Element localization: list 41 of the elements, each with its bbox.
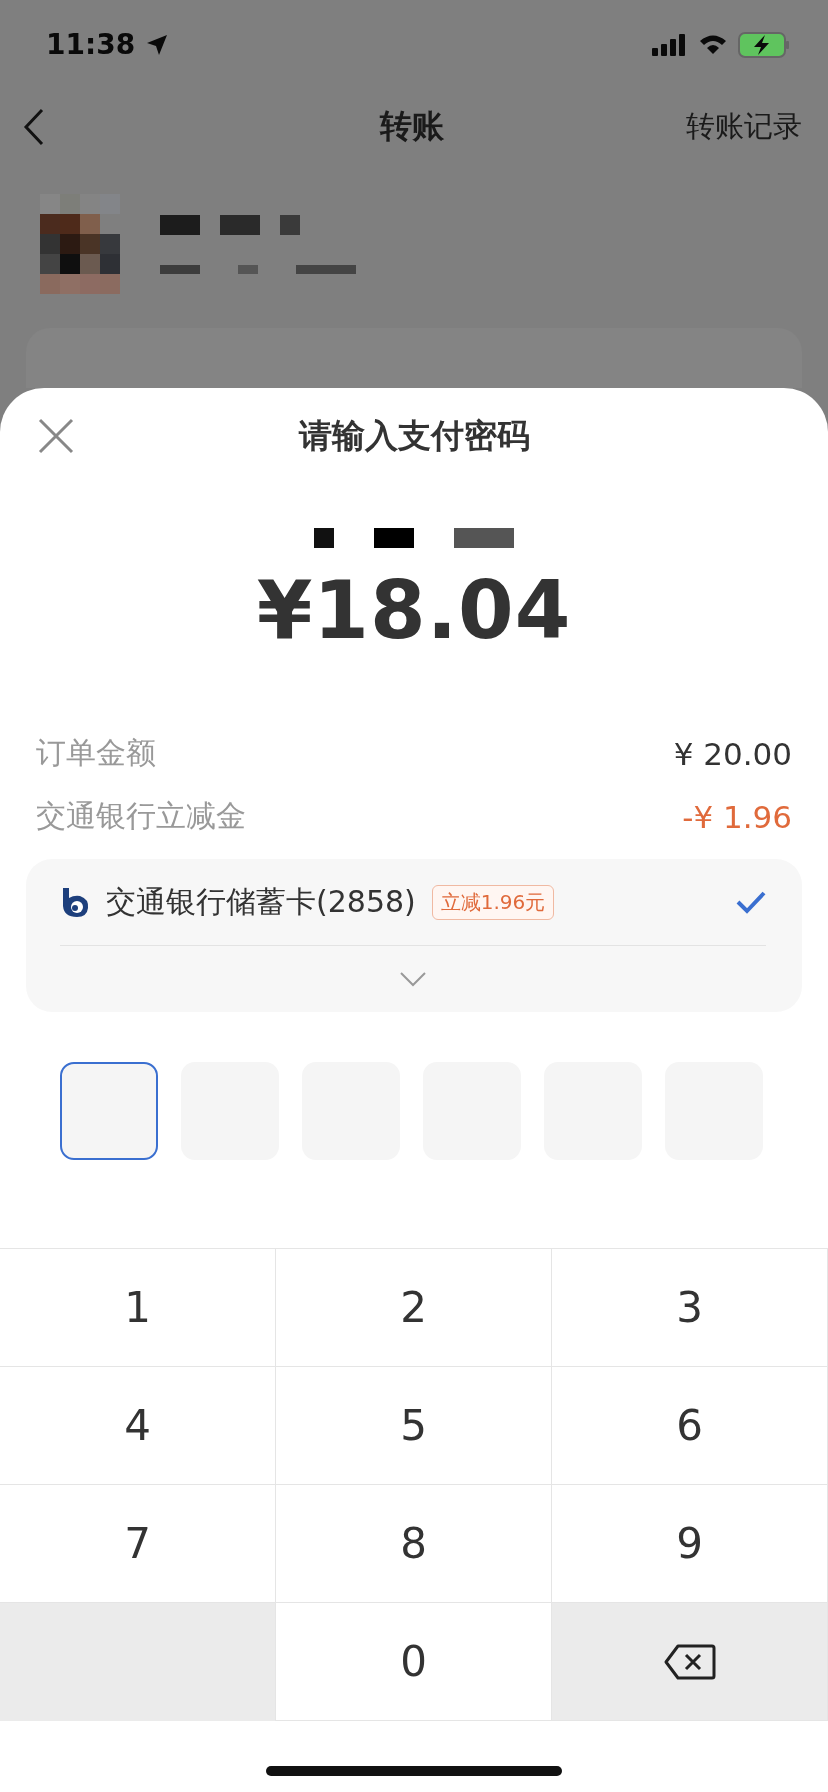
expand-chevron-icon[interactable] (399, 971, 427, 987)
transfer-history-link[interactable]: 转账记录 (686, 106, 802, 147)
close-button[interactable] (36, 416, 76, 456)
breakdown-label: 订单金额 (36, 734, 156, 772)
keypad-key[interactable]: 4 (0, 1367, 276, 1485)
keypad-key[interactable]: 5 (276, 1367, 552, 1485)
keypad-key[interactable]: 6 (552, 1367, 828, 1485)
redaction-mark (280, 214, 300, 235)
keypad-key[interactable]: 3 (552, 1249, 828, 1367)
payment-method-card[interactable]: 交通银行储蓄卡(2858) 立减1.96元 (26, 859, 802, 1012)
redaction-mark (160, 214, 200, 235)
back-chevron-icon[interactable] (22, 106, 46, 147)
keypad-key[interactable]: 7 (0, 1485, 276, 1603)
keypad-key[interactable]: 1 (0, 1249, 276, 1367)
discount-tag: 立减1.96元 (431, 884, 555, 920)
redaction-mark (374, 528, 414, 548)
keypad-key[interactable]: 0 (276, 1603, 552, 1721)
backspace-icon (663, 1643, 716, 1680)
redaction-mark (160, 264, 200, 274)
signal-icon (652, 32, 688, 57)
payment-amount: ¥18.04 (255, 564, 573, 657)
pin-digit-field[interactable] (60, 1062, 158, 1160)
redaction-mark (296, 264, 356, 274)
bank-logo-icon (60, 886, 90, 918)
backspace-key[interactable] (552, 1603, 828, 1721)
redaction-mark (238, 264, 258, 274)
redaction-mark (454, 528, 514, 548)
keypad-key[interactable]: 2 (276, 1249, 552, 1367)
breakdown-value: ¥ 20.00 (673, 735, 792, 772)
sheet-title: 请输入支付密码 (298, 414, 530, 457)
breakdown-value: -¥ 1.96 (682, 798, 792, 835)
redaction-mark (220, 214, 260, 235)
keypad-key[interactable]: 8 (276, 1485, 552, 1603)
breakdown-label: 交通银行立减金 (36, 797, 246, 835)
status-time: 11:38 (46, 28, 136, 62)
bank-card-name: 交通银行储蓄卡(2858) (106, 882, 416, 921)
location-arrow-icon (145, 32, 170, 57)
page-title: 转账 (380, 105, 444, 147)
keypad-key[interactable]: 9 (552, 1485, 828, 1603)
redaction-mark (314, 528, 334, 548)
battery-charging-icon (738, 31, 790, 58)
